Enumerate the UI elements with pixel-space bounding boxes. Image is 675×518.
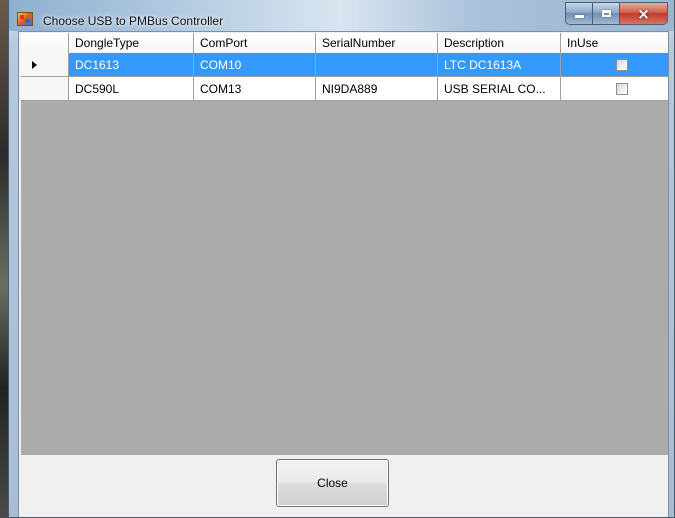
column-header-in-use[interactable]: InUse [561, 33, 668, 53]
grid-header: DongleType ComPort SerialNumber Descript… [21, 33, 668, 54]
close-window-button[interactable]: × [620, 3, 667, 24]
window-title: Choose USB to PMBus Controller [43, 14, 224, 28]
button-panel: Close [19, 455, 668, 517]
caption-buttons: × [565, 2, 668, 25]
cell-description[interactable]: LTC DC1613A [438, 53, 561, 76]
minimize-icon [574, 15, 584, 18]
minimize-button[interactable] [566, 3, 593, 24]
cell-dongle-type[interactable]: DC590L [69, 77, 194, 100]
maximize-button[interactable] [593, 3, 620, 24]
close-icon: × [637, 4, 650, 23]
column-header-description[interactable]: Description [438, 33, 561, 53]
row-header[interactable] [21, 77, 69, 100]
data-grid-background [21, 52, 668, 456]
cell-in-use[interactable] [561, 77, 668, 100]
dialog-client-area: DongleType ComPort SerialNumber Descript… [18, 31, 669, 517]
in-use-checkbox[interactable] [615, 82, 628, 95]
maximize-icon [601, 10, 611, 17]
cell-dongle-type[interactable]: DC1613 [69, 53, 194, 76]
cell-com-port[interactable]: COM10 [194, 53, 316, 76]
table-row[interactable]: DC590L COM13 NI9DA889 USB SERIAL CO... [21, 77, 668, 101]
current-row-arrow-icon [32, 60, 37, 69]
in-use-checkbox[interactable] [615, 58, 628, 71]
cell-description[interactable]: USB SERIAL CO... [438, 77, 561, 100]
column-header-com-port[interactable]: ComPort [194, 33, 316, 53]
close-button[interactable]: Close [276, 459, 389, 507]
row-header[interactable] [21, 53, 69, 76]
cell-serial-number[interactable] [316, 53, 438, 76]
table-row[interactable]: DC1613 COM10 LTC DC1613A [21, 53, 668, 77]
app-icon[interactable] [17, 12, 33, 26]
cell-serial-number[interactable]: NI9DA889 [316, 77, 438, 100]
dialog-window: Choose USB to PMBus Controller × DongleT… [8, 0, 675, 518]
column-header-serial-number[interactable]: SerialNumber [316, 33, 438, 53]
title-bar[interactable]: Choose USB to PMBus Controller × [9, 0, 674, 31]
row-header-corner[interactable] [21, 33, 69, 53]
column-header-dongle-type[interactable]: DongleType [69, 33, 194, 53]
cell-com-port[interactable]: COM13 [194, 77, 316, 100]
cell-in-use[interactable] [561, 53, 668, 76]
